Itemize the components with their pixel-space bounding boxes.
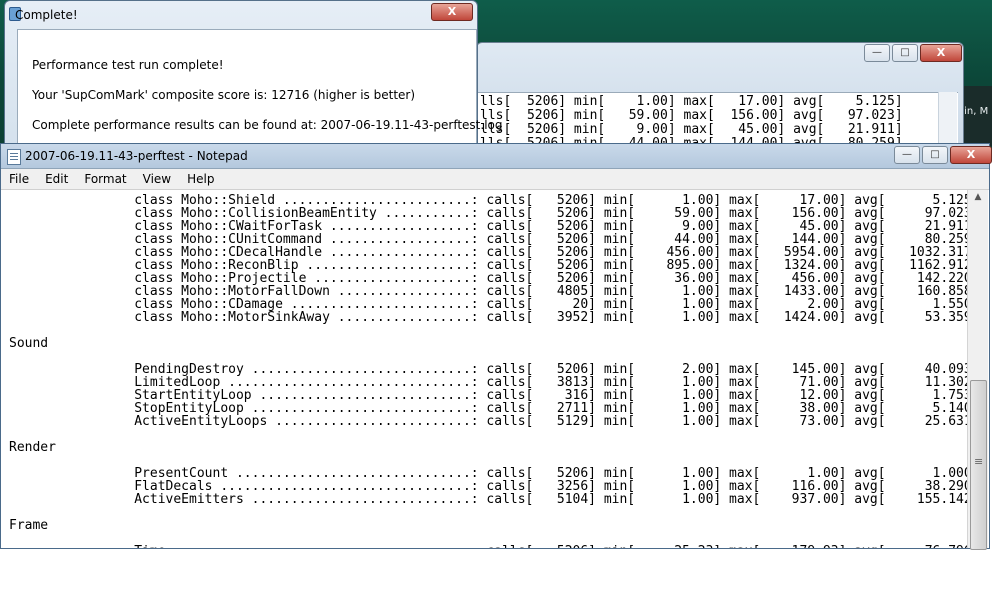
vertical-scrollbar[interactable]: ▲ <box>967 190 988 550</box>
bg-line: lls[ 5206] min[ 59.00] max[ 156.00] avg[… <box>480 108 903 123</box>
notepad-titlebar[interactable]: 2007-06-19.11-43-perftest - Notepad — □ … <box>1 144 992 169</box>
menu-help[interactable]: Help <box>179 172 222 186</box>
close-icon[interactable]: X <box>950 146 992 164</box>
maximize-icon[interactable]: □ <box>892 44 918 62</box>
notepad-icon <box>7 149 21 165</box>
bg-line: lls[ 5206] min[ 1.00] max[ 17.00] avg[ 5… <box>480 94 903 109</box>
menu-view[interactable]: View <box>135 172 179 186</box>
background-window-controls: — □ X <box>864 44 962 62</box>
notepad-window: 2007-06-19.11-43-perftest - Notepad — □ … <box>0 143 992 550</box>
text-editor[interactable]: class Moho::Shield .....................… <box>1 190 967 548</box>
log-line: class Moho::MotorSinkAway ..............… <box>9 310 967 325</box>
scroll-thumb[interactable] <box>970 380 987 550</box>
minimize-icon[interactable]: — <box>894 146 920 164</box>
log-line: Sound <box>9 336 49 351</box>
log-line: Time ...................................… <box>9 545 967 548</box>
dialog-title: Complete! <box>15 8 78 22</box>
scroll-up-icon[interactable]: ▲ <box>968 192 988 208</box>
editor-text: class Moho::Shield .....................… <box>9 194 967 548</box>
dialog-message-score: Your 'SupComMark' composite score is: 12… <box>32 88 416 102</box>
dialog-body: Performance test run complete! Your 'Sup… <box>17 29 503 153</box>
log-line: Frame <box>9 518 49 533</box>
log-line: ActiveEntityLoops ......................… <box>9 414 967 429</box>
menu-file[interactable]: File <box>1 172 37 186</box>
menu-edit[interactable]: Edit <box>37 172 76 186</box>
dialog-message-complete: Performance test run complete! <box>32 58 224 72</box>
notepad-window-controls: — □ X <box>894 146 992 164</box>
menu-format[interactable]: Format <box>76 172 134 186</box>
close-icon[interactable]: X <box>920 44 962 62</box>
log-line: Render <box>9 440 56 455</box>
bg-line: lls[ 5206] min[ 9.00] max[ 45.00] avg[ 2… <box>480 122 903 137</box>
dialog-message-results: Complete performance results can be foun… <box>32 118 503 132</box>
notepad-title: 2007-06-19.11-43-perftest - Notepad <box>25 149 248 163</box>
log-line: ActiveEmitters .........................… <box>9 492 967 507</box>
complete-dialog: Complete! X Performance test run complet… <box>4 0 503 153</box>
maximize-icon[interactable]: □ <box>922 146 948 164</box>
minimize-icon[interactable]: — <box>864 44 890 62</box>
dialog-close-button[interactable]: X <box>431 3 473 21</box>
menu-bar: File Edit Format View Help <box>1 169 989 190</box>
